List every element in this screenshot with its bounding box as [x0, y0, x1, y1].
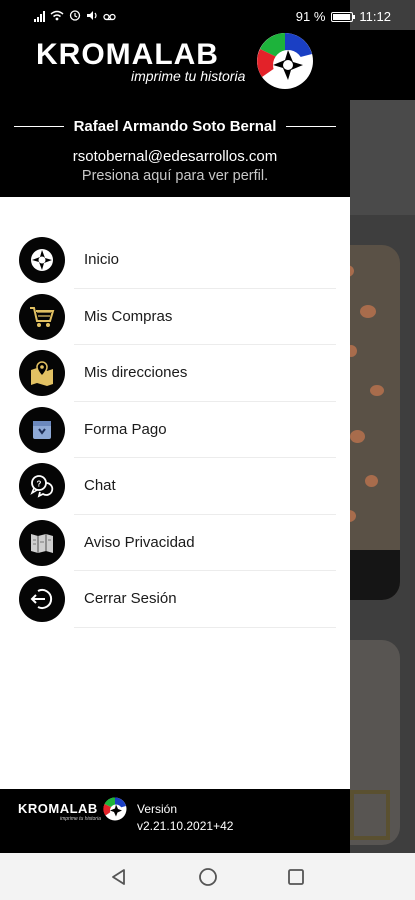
- menu-item-label: Aviso Privacidad: [84, 533, 195, 551]
- version-value: v2.21.10.2021+42: [137, 819, 234, 833]
- version-label: Versión: [137, 802, 178, 816]
- alarm-icon: [69, 9, 81, 24]
- home-circle-icon[interactable]: [197, 866, 219, 888]
- book-map-icon: [19, 519, 65, 566]
- user-name: Rafael Armando Soto Bernal: [73, 118, 277, 135]
- recents-square-icon[interactable]: [285, 866, 307, 888]
- shopping-cart-icon: [19, 293, 65, 340]
- brand-tagline: imprime tu historia: [131, 68, 246, 84]
- menu-item-inicio[interactable]: Inicio: [0, 232, 350, 289]
- background-frame: [350, 790, 390, 840]
- drawer-menu: Inicio Mis Compras Mis direcciones Forma…: [0, 232, 350, 628]
- menu-item-mis-compras[interactable]: Mis Compras: [0, 289, 350, 345]
- battery-icon: [331, 11, 356, 22]
- user-name-row: Rafael Armando Soto Bernal: [14, 118, 337, 135]
- status-icons-left: [34, 9, 116, 24]
- menu-item-label: Inicio: [84, 251, 120, 268]
- status-bar: 91 % 11:12: [0, 0, 415, 30]
- battery-percentage: 91 %: [295, 9, 326, 24]
- kromalab-aperture-logo: [257, 33, 313, 89]
- back-triangle-icon[interactable]: [108, 866, 130, 888]
- clock: 11:12: [359, 9, 391, 24]
- brand-name: KROMALAB: [36, 38, 219, 71]
- status-icons-right: 91 % 11:12: [296, 9, 391, 24]
- menu-item-label: Chat: [84, 477, 116, 494]
- system-navigation-bar: [0, 853, 415, 900]
- volume-icon: [86, 9, 98, 24]
- menu-item-label: Forma Pago: [84, 420, 167, 438]
- menu-item-aviso-privacidad[interactable]: Aviso Privacidad: [0, 515, 350, 571]
- divider-right: [286, 126, 337, 127]
- footer-aperture-logo: [103, 797, 127, 821]
- brand-logo: KROMALAB imprime tu historia: [36, 38, 245, 85]
- navigation-drawer: KROMALAB imprime tu historia Rafael Arma…: [0, 0, 350, 853]
- svg-text:?: ?: [37, 480, 42, 489]
- view-profile-link[interactable]: Presiona aquí para ver perfil.: [0, 168, 350, 184]
- signal-icon: [34, 11, 45, 22]
- logout-icon: [19, 576, 65, 622]
- menu-divider: [74, 626, 336, 628]
- divider-left: [14, 126, 64, 127]
- menu-item-cerrar-sesion[interactable]: Cerrar Sesión: [0, 571, 350, 628]
- menu-item-forma-pago[interactable]: Forma Pago: [0, 402, 350, 458]
- wifi-icon: [50, 9, 64, 24]
- footer-brand-name: KROMALAB: [18, 801, 98, 816]
- camera-aperture-icon: [19, 237, 65, 283]
- wallet-icon: [19, 406, 65, 453]
- footer-brand-tagline: imprime tu historia: [60, 816, 101, 822]
- map-pin-icon: [19, 350, 65, 396]
- menu-item-chat[interactable]: ? Chat: [0, 458, 350, 515]
- menu-item-label: Cerrar Sesión: [84, 590, 177, 607]
- user-email: rsotobernal@edesarrollos.com: [72, 148, 278, 165]
- voicemail-icon: [103, 9, 116, 24]
- background-app-header: [350, 30, 415, 100]
- menu-item-label: Mis Compras: [84, 307, 173, 325]
- drawer-footer: KROMALAB imprime tu historia Versión v2.…: [0, 789, 350, 853]
- chat-bubbles-icon: ?: [19, 463, 65, 509]
- menu-item-label: Mis direcciones: [84, 364, 188, 381]
- background-card[interactable]: [350, 100, 415, 215]
- menu-item-mis-direcciones[interactable]: Mis direcciones: [0, 345, 350, 402]
